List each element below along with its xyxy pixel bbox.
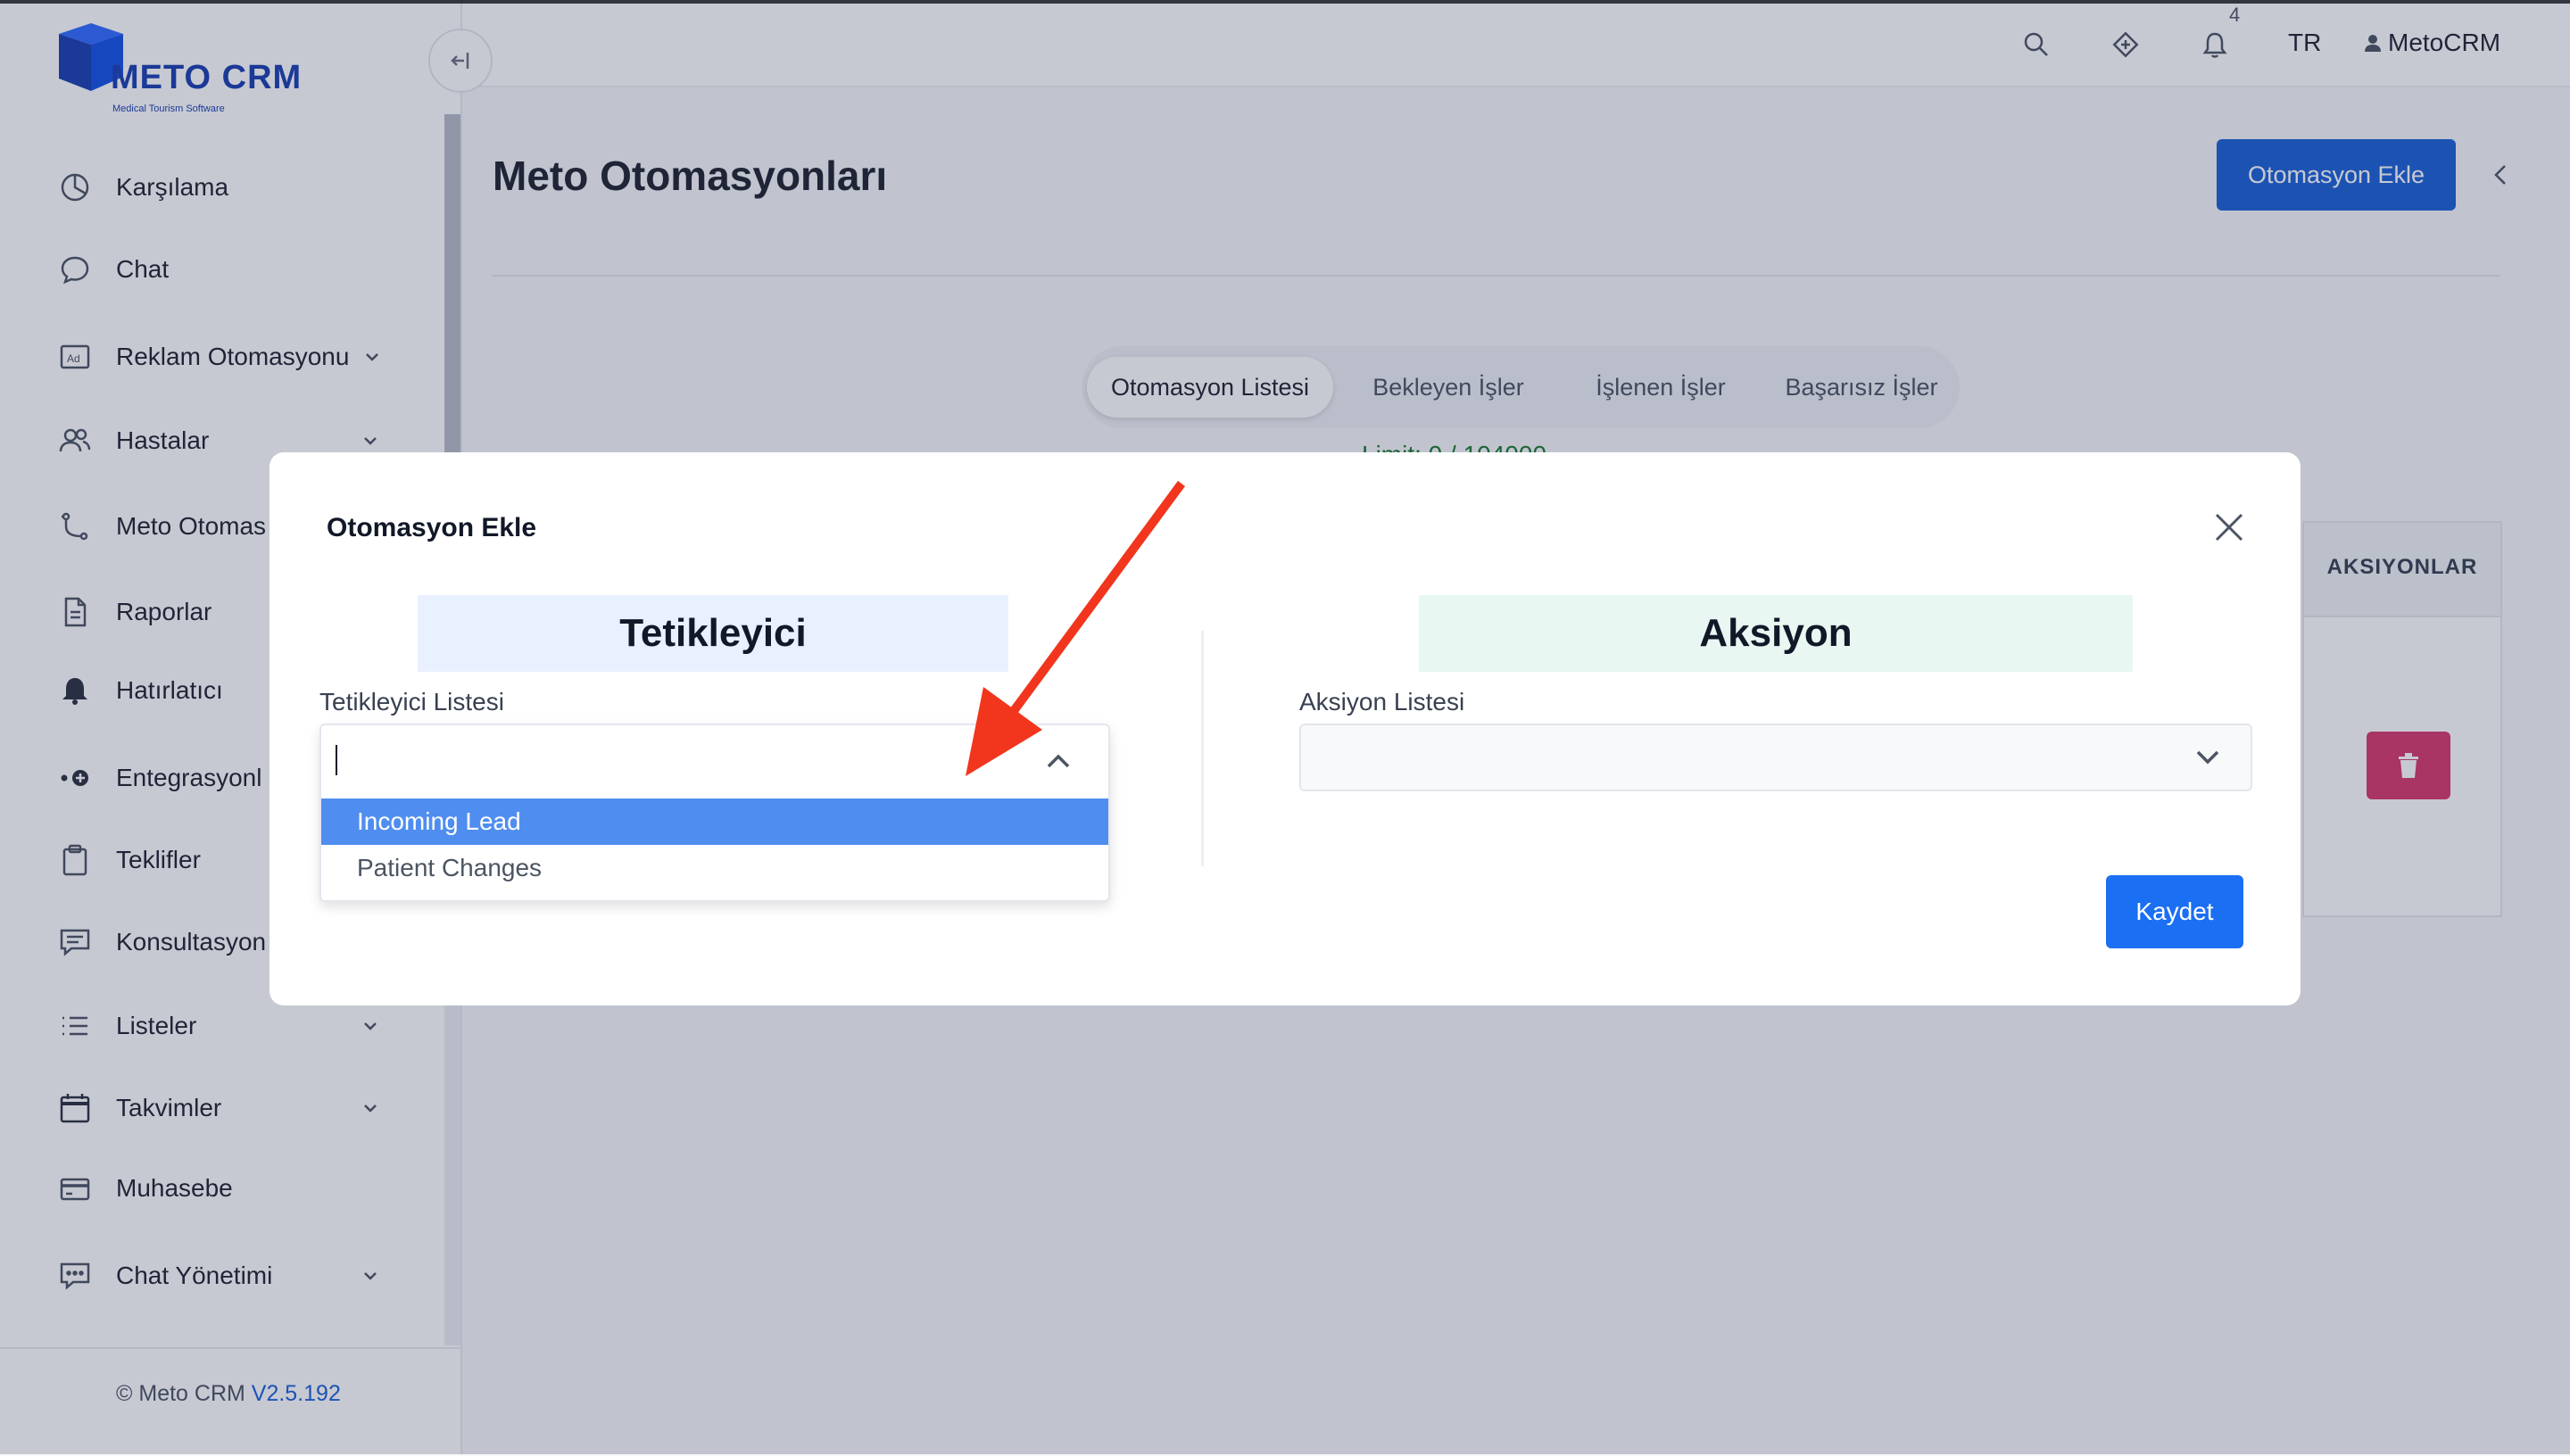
chevron-down-icon[interactable] — [2193, 743, 2222, 772]
action-select[interactable] — [1299, 724, 2252, 791]
trigger-heading: Tetikleyici — [418, 595, 1008, 672]
action-field-label: Aksiyon Listesi — [1299, 688, 1465, 716]
trigger-search-input[interactable] — [321, 725, 1108, 795]
trigger-select-dropdown[interactable]: Incoming Lead Patient Changes — [319, 724, 1110, 902]
trigger-field-label: Tetikleyici Listesi — [319, 688, 504, 716]
text-caret — [336, 745, 337, 775]
trigger-option-incoming-lead[interactable]: Incoming Lead — [321, 798, 1108, 845]
action-heading: Aksiyon — [1419, 595, 2133, 672]
modal-title: Otomasyon Ekle — [327, 513, 537, 542]
close-icon[interactable] — [2213, 511, 2245, 543]
modal-column-divider — [1201, 631, 1204, 866]
add-automation-modal: Otomasyon Ekle Tetikleyici Tetikleyici L… — [269, 452, 2301, 1005]
trigger-option-patient-changes[interactable]: Patient Changes — [321, 845, 1108, 891]
chevron-up-icon[interactable] — [1044, 747, 1073, 775]
save-button[interactable]: Kaydet — [2106, 875, 2243, 948]
